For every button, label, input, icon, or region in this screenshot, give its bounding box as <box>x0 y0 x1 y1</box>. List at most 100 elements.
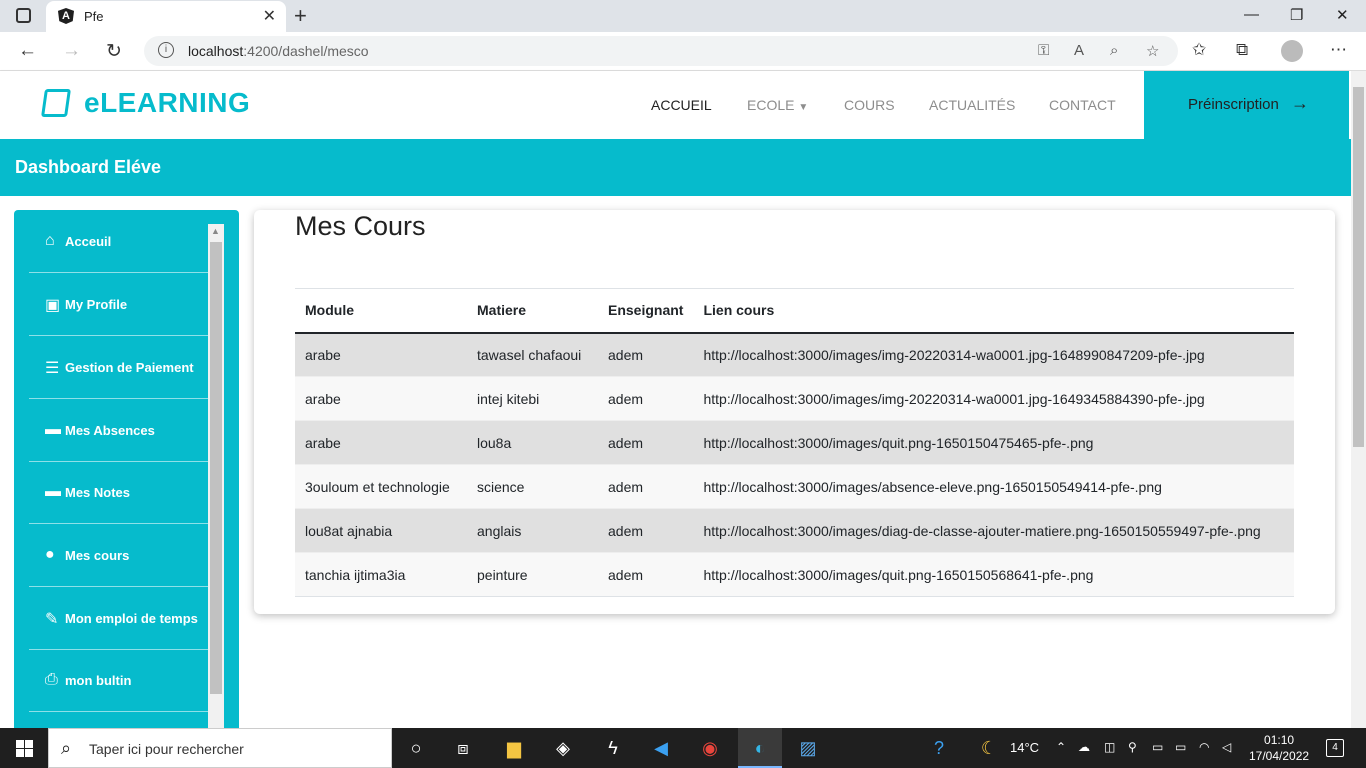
windows-start-icon[interactable] <box>16 740 33 757</box>
nav-cours[interactable]: COURS <box>844 97 895 113</box>
dashboard-title: Dashboard Eléve <box>15 157 162 177</box>
sidebar-scroll-thumb[interactable] <box>210 242 222 694</box>
clock[interactable]: 01:10 17/04/2022 <box>1249 732 1309 764</box>
help-icon[interactable]: ? <box>928 737 950 759</box>
sidebar-item-my-profile[interactable]: ▣ My Profile <box>29 273 208 336</box>
key-icon[interactable]: ⚿ <box>1038 42 1049 59</box>
microphone-icon[interactable]: ⚲ <box>1128 740 1137 754</box>
sidebar-item-bultin[interactable]: ⎙ mon bultin <box>29 649 208 712</box>
photos-icon[interactable]: ▨ <box>797 737 819 759</box>
close-window-icon[interactable]: ✕ <box>1336 6 1349 24</box>
zoom-icon[interactable]: ⌕ <box>1110 42 1118 59</box>
cell-lien[interactable]: http://localhost:3000/images/absence-ele… <box>693 464 1294 509</box>
back-icon[interactable]: ← <box>18 40 37 62</box>
read-aloud-icon[interactable]: A <box>1074 42 1084 59</box>
add-favorite-icon[interactable]: ☆ <box>1146 42 1159 60</box>
chrome-icon[interactable]: ◉ <box>699 737 721 759</box>
cell-lien[interactable]: http://localhost:3000/images/img-2022031… <box>693 332 1294 377</box>
sidebar-item-emploi[interactable]: ✎ Mon emploi de temps <box>29 587 208 650</box>
notification-icon[interactable]: 4 <box>1326 739 1344 757</box>
volume-icon[interactable]: ◁ <box>1222 740 1231 754</box>
display-icon[interactable]: ▭ <box>1152 740 1163 754</box>
url-path: :4200/dashel/mesco <box>243 43 369 59</box>
bed-icon: ▬ <box>45 483 61 500</box>
favorites-icon[interactable]: ✩ <box>1192 40 1206 60</box>
forward-icon[interactable]: → <box>62 40 81 62</box>
site-logo[interactable]: eLEARNING <box>84 87 250 119</box>
battery-icon[interactable]: ▭ <box>1175 740 1186 754</box>
nav-accueil[interactable]: ACCUEIL <box>651 97 712 113</box>
tray-expand-icon[interactable]: ⌃ <box>1056 740 1066 754</box>
cell-module: lou8at ajnabia <box>295 508 467 553</box>
cell-module: arabe <box>295 376 467 421</box>
task-view-icon[interactable]: ⧈ <box>452 737 474 759</box>
search-icon: ⌕ <box>61 738 72 758</box>
sidebar-item-cours[interactable]: ● Mes cours <box>29 524 208 587</box>
tab-actions-icon[interactable] <box>16 8 31 23</box>
table-row: 3ouloum et technologie science adem http… <box>295 464 1294 509</box>
site-info-icon[interactable]: i <box>158 42 174 58</box>
minimize-icon[interactable]: — <box>1244 6 1259 23</box>
cell-matiere: lou8a <box>467 420 598 465</box>
cell-lien[interactable]: http://localhost:3000/images/img-2022031… <box>693 376 1294 421</box>
site-header: eLEARNING ACCUEIL ECOLE ▼ COURS ACTUALIT… <box>0 71 1351 139</box>
nav-contact[interactable]: CONTACT <box>1049 97 1116 113</box>
pencil-icon: ✎ <box>45 611 59 628</box>
clock-time: 01:10 <box>1264 733 1295 747</box>
cell-lien[interactable]: http://localhost:3000/images/quit.png-16… <box>693 420 1294 465</box>
sidebar-item-acceuil[interactable]: ⌂ Acceuil <box>29 210 208 273</box>
meet-icon[interactable]: ◫ <box>1104 740 1115 754</box>
courses-card: Mes Cours Module Matiere Enseignant Lien… <box>254 210 1335 614</box>
sidebar-item-label: mon bultin <box>65 673 132 688</box>
printer-icon: ⎙ <box>45 671 58 688</box>
home-icon: ⌂ <box>45 232 55 249</box>
cell-matiere: peinture <box>467 552 598 597</box>
cell-lien[interactable]: http://localhost:3000/images/diag-de-cla… <box>693 508 1294 553</box>
url-field[interactable]: i localhost:4200/dashel/mesco ⚿ A ⌕ ☆ <box>144 36 1178 66</box>
sidebar-item-notes[interactable]: ▬ Mes Notes <box>29 461 208 524</box>
cell-module: arabe <box>295 420 467 465</box>
collections-icon[interactable]: ⧉ <box>1236 40 1248 60</box>
sidebar: ⌂ Acceuil ▣ My Profile ☰ Gestion de Paie… <box>14 210 239 728</box>
file-explorer-icon[interactable]: ▆ <box>503 737 525 759</box>
weather-moon-icon[interactable]: ☾ <box>978 737 1000 759</box>
page-scrollbar[interactable] <box>1351 71 1366 728</box>
cortana-icon[interactable]: ○ <box>405 737 427 759</box>
table-row: lou8at ajnabia anglais adem http://local… <box>295 508 1294 553</box>
nav-ecole[interactable]: ECOLE ▼ <box>747 97 808 113</box>
cell-enseignant: adem <box>598 332 694 377</box>
preinscription-button[interactable]: Préinscription → <box>1144 71 1349 139</box>
temperature[interactable]: 14°C <box>1010 740 1039 755</box>
sidebar-item-paiement[interactable]: ☰ Gestion de Paiement <box>29 336 208 399</box>
onedrive-icon[interactable]: ☁ <box>1078 740 1090 754</box>
browser-tab[interactable]: A Pfe ✕ <box>46 1 286 32</box>
cell-module: tanchia ijtima3ia <box>295 552 467 597</box>
vscode-icon[interactable]: ◀ <box>650 737 672 759</box>
sidebar-item-absences[interactable]: ▬ Mes Absences <box>29 399 208 462</box>
more-icon[interactable]: ⋯ <box>1330 40 1347 60</box>
clock-date: 17/04/2022 <box>1249 749 1310 763</box>
scroll-up-icon[interactable]: ▲ <box>211 226 220 236</box>
cell-matiere: science <box>467 464 598 509</box>
page-scroll-thumb[interactable] <box>1353 87 1364 447</box>
app-s-icon[interactable]: ϟ <box>602 737 624 759</box>
sidebar-item-label: Gestion de Paiement <box>65 360 194 375</box>
cell-enseignant: adem <box>598 552 694 597</box>
angular-favicon-icon: A <box>58 8 74 24</box>
edge-icon[interactable]: ◐ <box>749 737 771 759</box>
taskbar-search[interactable]: ⌕ Taper ici pour rechercher <box>48 728 392 768</box>
url-host: localhost <box>188 43 244 59</box>
close-tab-icon[interactable]: ✕ <box>263 6 276 26</box>
profile-avatar-icon[interactable] <box>1281 40 1303 62</box>
profile-card-icon: ▣ <box>45 297 61 314</box>
cell-lien[interactable]: http://localhost:3000/images/quit.png-16… <box>693 552 1294 597</box>
new-tab-icon[interactable]: + <box>294 3 307 29</box>
dropbox-icon[interactable]: ◈ <box>552 737 574 759</box>
cell-module: 3ouloum et technologie <box>295 464 467 509</box>
wifi-icon[interactable]: ◠ <box>1199 740 1209 754</box>
restore-icon[interactable]: ❐ <box>1290 6 1303 24</box>
sidebar-scrollbar[interactable]: ▲ <box>208 224 224 728</box>
nav-actualites[interactable]: ACTUALITÉS <box>929 97 1015 113</box>
bed-icon: ▬ <box>45 421 61 438</box>
refresh-icon[interactable]: ↻ <box>106 40 122 63</box>
